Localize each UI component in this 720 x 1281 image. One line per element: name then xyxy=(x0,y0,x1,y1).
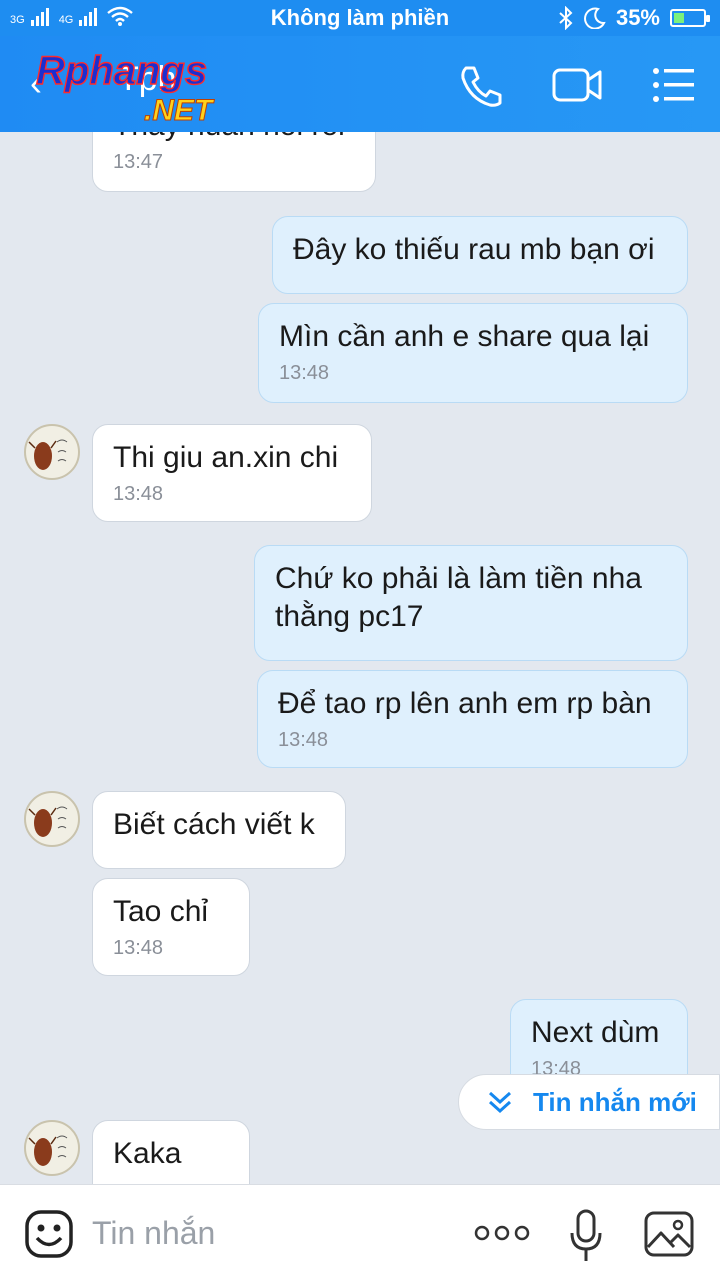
message-text: Kaka xyxy=(113,1137,182,1170)
message-text: Thấy nuan nói rồi xyxy=(113,132,355,145)
message-bubble[interactable]: Mìn cần anh e share qua lại 13:48 xyxy=(258,303,688,403)
bluetooth-icon xyxy=(559,6,573,30)
avatar-image xyxy=(28,439,68,470)
message-text: Mìn cần anh e share qua lại xyxy=(279,320,650,353)
status-right: 35% xyxy=(558,5,710,31)
list-menu-icon[interactable] xyxy=(650,62,700,108)
moon-icon xyxy=(584,7,606,29)
emoji-icon[interactable] xyxy=(24,1209,74,1259)
svg-text:.NET: .NET xyxy=(144,94,215,126)
avatar[interactable] xyxy=(24,424,80,480)
message-time: 13:47 xyxy=(113,151,164,173)
message-bubble[interactable]: Tao chỉ 13:48 xyxy=(92,878,250,976)
status-bar: 3G 4G Không làm phiền 35% xyxy=(0,0,720,36)
message-bubble[interactable]: Kaka xyxy=(92,1120,250,1184)
message-list[interactable]: Thấy nuan nói rồi 13:47 Đây ko thiếu rau… xyxy=(0,132,720,1184)
message-bubble[interactable]: Để tao rp lên anh em rp bàn 13:48 xyxy=(257,670,688,768)
more-dots-icon[interactable] xyxy=(474,1221,530,1245)
message-time: 13:48 xyxy=(113,937,164,959)
message-bubble[interactable]: Thấy nuan nói rồi 13:47 xyxy=(92,132,376,192)
svg-text:Rphangs: Rphangs xyxy=(36,49,207,93)
message-input[interactable]: Tin nhắn xyxy=(92,1215,215,1252)
message-bubble[interactable]: Biết cách viết k xyxy=(92,791,346,869)
message-text: Để tao rp lên anh em rp bàn xyxy=(278,687,652,720)
watermark-logo: Rphangs .NET xyxy=(36,48,216,126)
message-composer: Tin nhắn xyxy=(0,1184,720,1281)
double-chevron-down-icon xyxy=(488,1091,512,1114)
battery-percent: 35% xyxy=(615,5,660,30)
chat-header: ‹ Tph Rphangs .NET xyxy=(0,36,720,132)
phone-icon[interactable] xyxy=(456,62,506,108)
avatar[interactable] xyxy=(24,791,80,847)
message-text: Đây ko thiếu rau mb bạn ơi xyxy=(293,233,655,266)
avatar[interactable] xyxy=(24,1120,80,1176)
message-bubble[interactable]: Thi giu an.xin chi 13:48 xyxy=(92,424,372,522)
message-text: Biết cách viết k xyxy=(113,808,315,841)
battery-icon xyxy=(670,9,710,27)
message-time: 13:48 xyxy=(113,483,164,505)
message-bubble[interactable]: Đây ko thiếu rau mb bạn ơi xyxy=(272,216,688,294)
new-messages-button[interactable]: Tin nhắn mới xyxy=(458,1074,720,1130)
avatar-image xyxy=(28,806,68,837)
video-camera-icon[interactable] xyxy=(552,62,602,108)
avatar-image xyxy=(28,1135,68,1166)
new-messages-label: Tin nhắn mới xyxy=(533,1086,697,1117)
message-text: Tao chỉ xyxy=(113,895,209,928)
message-text: Thi giu an.xin chi xyxy=(113,441,339,474)
image-icon[interactable] xyxy=(644,1211,694,1257)
message-time: 13:48 xyxy=(279,362,330,384)
message-text: Chứ ko phải là làm tiền nha thằng pc17 xyxy=(275,562,642,633)
microphone-icon[interactable] xyxy=(568,1209,604,1263)
message-bubble[interactable]: Chứ ko phải là làm tiền nha thằng pc17 xyxy=(254,545,688,661)
message-time: 13:48 xyxy=(278,729,329,751)
message-text: Next dùm xyxy=(531,1016,660,1049)
